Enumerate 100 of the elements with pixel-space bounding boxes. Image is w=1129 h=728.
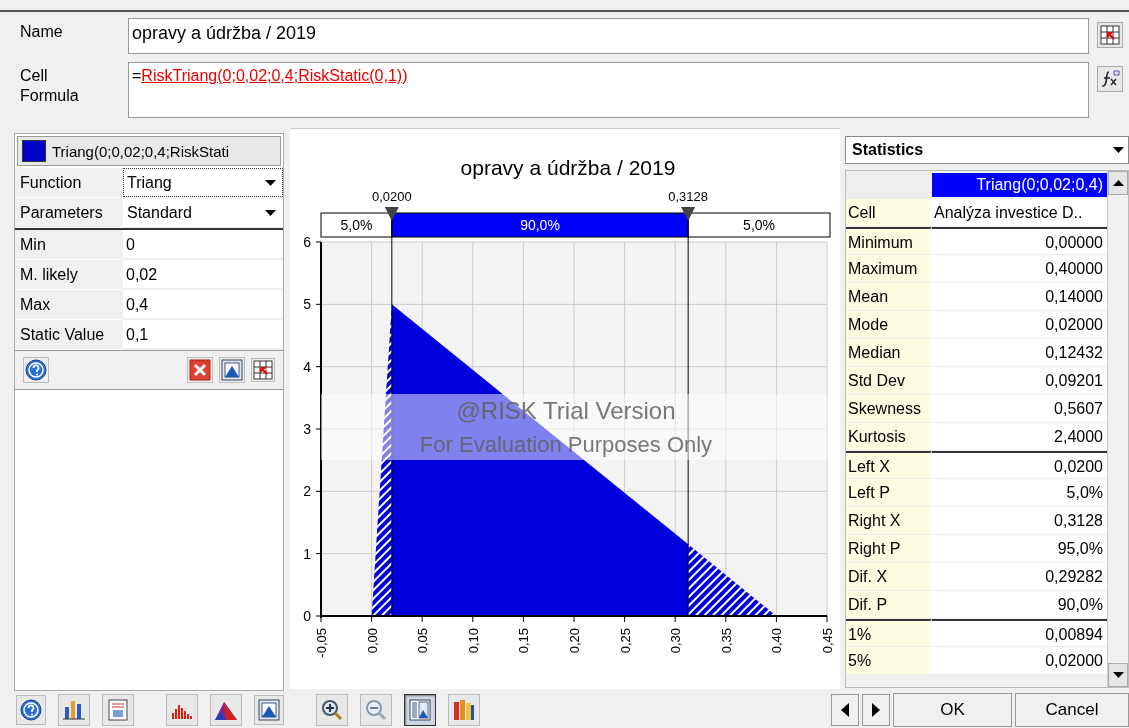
grid-arrow-icon [253,360,273,380]
histogram-button[interactable] [166,694,198,726]
scrollbar[interactable] [1107,171,1128,687]
distribution-title: Triang(0;0,02;0,4;RiskStati [52,142,230,160]
statistic-label: Median [846,339,932,367]
statistic-value: 0,40000 [932,255,1107,283]
delimiter-value: 0,3128 [668,189,709,204]
up-arrow-icon [1112,180,1124,186]
statistic-label: Minimum [846,227,932,255]
name-label: Name [20,22,64,42]
statistic-value: 95,0% [932,535,1107,563]
x-tick-label: 0,10 [465,628,481,654]
probability-segment[interactable] [391,212,689,238]
parameter-field[interactable]: 0 [123,230,283,259]
statistic-value: 0,14000 [932,283,1107,311]
statistic-value: 90,0% [932,591,1107,619]
right-triangle-icon [871,702,881,718]
help-icon [25,359,47,381]
statistic-label: 5% [846,647,932,675]
chart-title: opravy a údržba / 2019 [460,156,676,179]
x-tick-label: 0,40 [769,628,785,654]
y-tick-label: 1 [303,545,311,562]
x-tick-label: 0,05 [415,628,431,654]
help-button[interactable] [23,357,49,383]
insert-function-button[interactable] [1097,66,1123,92]
bar-chart-icon [62,698,86,722]
y-tick-label: 3 [303,421,311,437]
zoom-out-icon [364,698,388,722]
probability-label: 5,0% [340,217,373,233]
function-icon [1100,69,1120,89]
statistic-value: 0,3128 [932,507,1107,535]
statistic-label: Skewness [846,395,932,423]
zoom-in-button[interactable] [316,694,348,726]
parameter-field[interactable]: 0,4 [123,290,283,319]
view-dropdown[interactable]: Statistics [845,136,1129,164]
cell-select-button[interactable] [251,358,275,382]
ok-button[interactable]: OK [893,693,1012,727]
statistic-value: 0,5607 [932,395,1107,423]
delete-button[interactable] [187,357,213,383]
mountain-frame-icon [258,699,280,721]
statistic-value: 0,0200 [932,451,1107,479]
statistic-value: 2,4000 [932,423,1107,451]
statistic-label: Right P [846,535,932,563]
statistic-label: Left P [846,479,932,507]
delete-icon [189,359,211,381]
statistic-label: Mean [846,283,932,311]
help-button[interactable] [16,695,46,725]
statistic-value: 0,02000 [932,647,1107,675]
dropdown-arrow-icon [1113,147,1124,153]
formula-label: Cell Formula [20,66,80,106]
layout-icon [408,698,432,722]
previous-button[interactable] [831,694,859,726]
probability-label: 90,0% [520,217,560,233]
next-button[interactable] [862,694,890,726]
delimiter-handle[interactable] [384,207,399,221]
parameter-field[interactable]: 0,1 [123,320,283,349]
x-tick-label: 0,35 [718,628,734,654]
parameter-field[interactable]: 0,02 [123,260,283,289]
x-tick-label: 0,30 [668,628,684,654]
dropdown[interactable]: Standard [123,198,283,227]
y-tick-label: 6 [303,234,311,250]
y-tick-label: 5 [303,296,311,313]
area-chart-button[interactable] [210,694,242,726]
delimiter-value: 0,0200 [371,189,412,204]
delimiter-handle[interactable] [681,207,696,221]
graph-button[interactable] [219,357,245,383]
layout-button[interactable] [404,694,436,726]
books-icon [452,698,476,722]
x-tick-label: -0,05 [314,628,329,658]
tail-segment[interactable] [320,212,393,238]
statistic-value: 0,29282 [932,563,1107,591]
bar-chart-button[interactable] [58,694,90,726]
statistic-label: Dif. P [846,591,932,619]
grid-arrow-icon [1100,25,1120,45]
formula-field[interactable]: =RiskTriang(0;0,02;0,4;RiskStatic(0,1)) [128,62,1089,118]
frame-button[interactable] [254,695,284,725]
report-button[interactable] [102,694,134,726]
column-header[interactable]: Triang(0;0,02;0,4) [932,173,1107,197]
down-arrow-icon [1112,672,1124,678]
statistic-value: 0,02000 [932,311,1107,339]
zoom-in-icon [320,698,344,722]
statistic-value: 0,12432 [932,339,1107,367]
x-tick-label: 0,15 [516,628,532,654]
tail-segment[interactable] [687,212,831,238]
statistic-label: Maximum [846,255,932,283]
dropdown-arrow-icon [265,209,276,216]
help-icon [20,699,42,721]
cell-select-button[interactable] [1097,22,1123,48]
statistic-label: Right X [846,507,932,535]
name-field[interactable]: opravy a údržba / 2019 [128,18,1089,54]
x-tick-label: 0,00 [364,628,380,654]
statistic-label: Kurtosis [846,423,932,451]
dropdown-arrow-icon [265,179,276,186]
library-button[interactable] [448,694,480,726]
dropdown[interactable]: Triang [123,168,283,197]
left-triangle-icon [840,702,850,718]
x-tick-label: 0,25 [617,628,633,654]
x-tick-label: 0,20 [567,628,582,654]
cancel-button[interactable]: Cancel [1015,693,1129,727]
statistic-label: Mode [846,311,932,339]
